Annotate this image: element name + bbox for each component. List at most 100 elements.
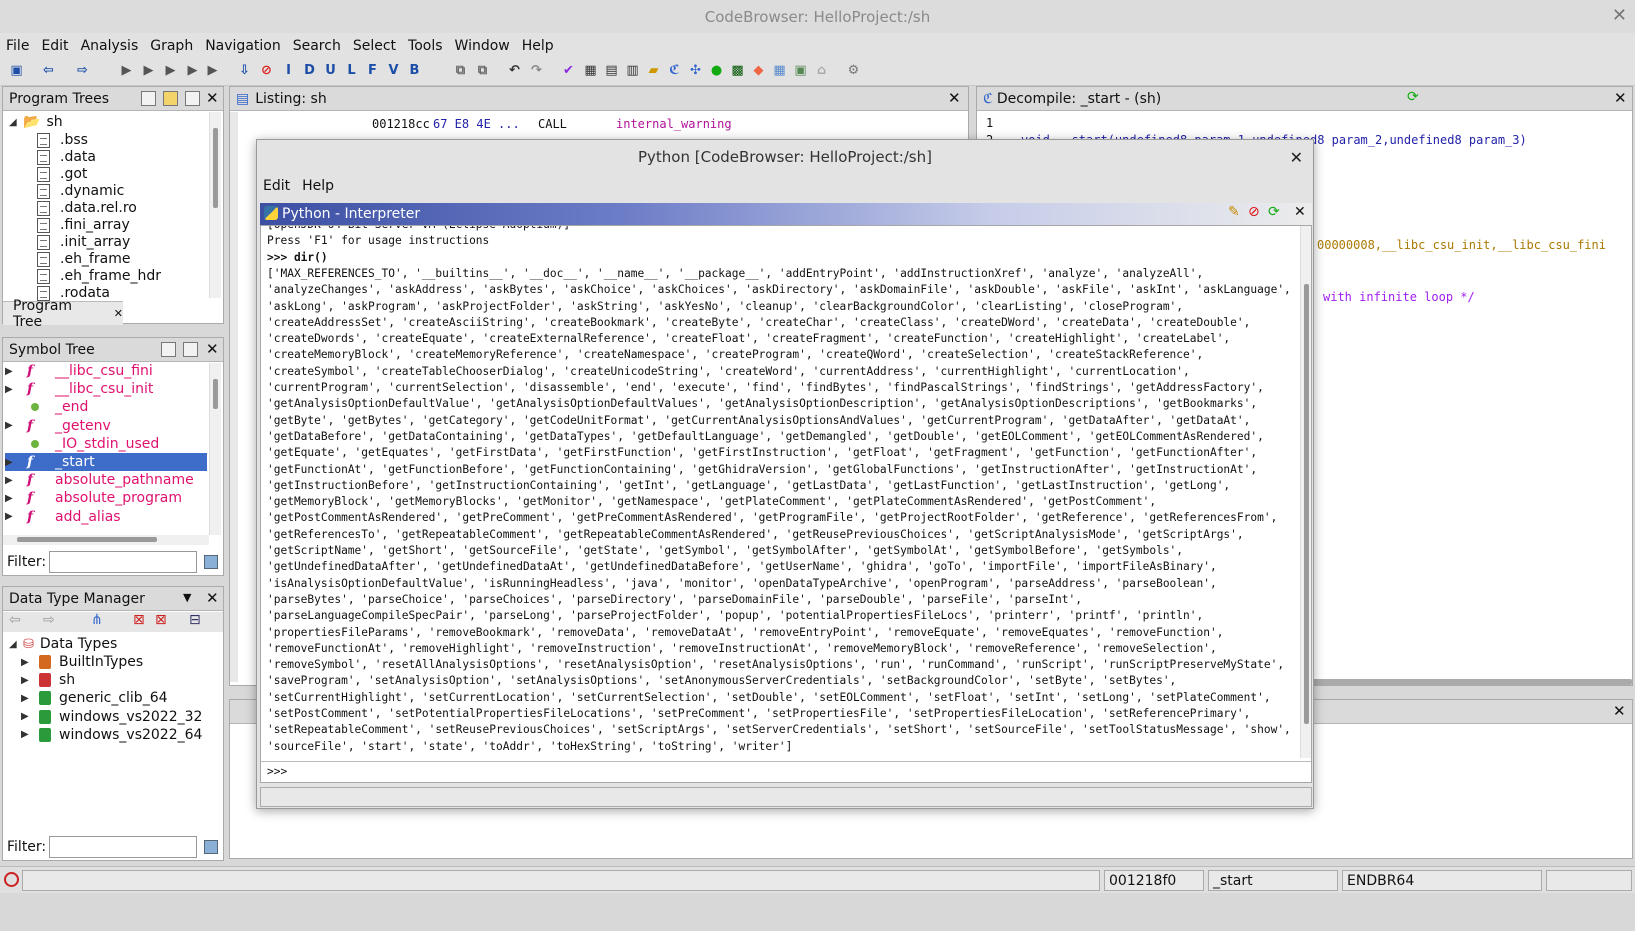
symbol-tree-item[interactable]: ▶ f _getenv xyxy=(5,417,207,435)
back-arrow-icon[interactable]: ⇦ xyxy=(40,62,57,79)
chevron-right-icon[interactable]: ▶ xyxy=(21,657,35,668)
program-tree-item[interactable]: .data xyxy=(37,148,96,166)
close-icon[interactable]: ✕ xyxy=(1613,702,1626,720)
tool-icon[interactable]: ▥ xyxy=(624,62,641,79)
nav-icon[interactable]: ▶ xyxy=(204,62,221,79)
tab-program-tree[interactable]: Program Tree ✕ xyxy=(3,298,123,330)
chevron-right-icon[interactable]: ▶ xyxy=(5,420,19,431)
nav-icon[interactable]: ▶ xyxy=(140,62,157,79)
filter-options-icon[interactable] xyxy=(204,840,218,854)
down-arrow-icon[interactable]: ⇩ xyxy=(236,62,253,79)
label-L-icon[interactable]: L xyxy=(343,62,360,79)
scrollbar-thumb[interactable] xyxy=(1304,284,1309,724)
close-icon[interactable]: ✕ xyxy=(948,89,961,107)
prompt[interactable]: >>> xyxy=(267,764,287,780)
nav-icon[interactable]: ▶ xyxy=(162,62,179,79)
refresh-icon[interactable] xyxy=(183,342,198,357)
run-icon[interactable]: ● xyxy=(708,62,725,79)
horizontal-scrollbar[interactable] xyxy=(3,535,209,545)
forward-arrow-icon[interactable]: ⇨ xyxy=(74,62,91,79)
checkmark-icon[interactable]: ✔ xyxy=(560,62,577,79)
close-icon[interactable]: ✕ xyxy=(114,307,123,320)
tool-icon[interactable]: ✣ xyxy=(687,62,704,79)
data-type-archive-item[interactable]: ▶ sh xyxy=(21,671,75,689)
window-close-icon[interactable]: ✕ xyxy=(1612,5,1627,26)
data-type-archive-item[interactable]: ▶ windows_vs2022_32 xyxy=(21,708,202,726)
filter-icon[interactable]: ⊠ xyxy=(133,612,145,628)
menu-edit[interactable]: Edit xyxy=(257,178,296,194)
symbol-tree-item[interactable]: ▶ f absolute_pathname xyxy=(5,471,207,489)
forward-arrow-icon[interactable]: ⇨ xyxy=(43,612,55,628)
save-icon[interactable]: ▣ xyxy=(8,62,25,79)
refresh-tree-icon[interactable] xyxy=(185,91,200,106)
close-icon[interactable]: ✕ xyxy=(1290,148,1303,167)
data-type-archive-item[interactable]: ▶ generic_clib_64 xyxy=(21,689,168,707)
dropdown-icon[interactable]: ▼ xyxy=(183,591,191,604)
nav-icon[interactable]: ▶ xyxy=(184,62,201,79)
variable-V-icon[interactable]: V xyxy=(385,62,402,79)
tool-icon[interactable]: ▣ xyxy=(792,62,809,79)
chevron-right-icon[interactable]: ▶ xyxy=(21,693,35,704)
tree-icon[interactable]: ⋔ xyxy=(91,612,103,628)
chevron-right-icon[interactable]: ▶ xyxy=(5,366,19,377)
menu-select[interactable]: Select xyxy=(347,38,402,54)
new-tree-icon[interactable] xyxy=(141,91,156,106)
horizontal-scrollbar[interactable] xyxy=(1311,679,1633,685)
tool-icon[interactable]: ⌂ xyxy=(813,62,830,79)
scrollbar-thumb[interactable] xyxy=(213,128,218,208)
bytes-B-icon[interactable]: B xyxy=(406,62,423,79)
chevron-right-icon[interactable]: ▶ xyxy=(21,675,35,686)
back-arrow-icon[interactable]: ⇦ xyxy=(9,612,21,628)
menu-help[interactable]: Help xyxy=(296,178,340,194)
symbol-tree-item[interactable]: ▶ f __libc_csu_fini xyxy=(5,362,207,380)
tool-icon[interactable]: ⧉ xyxy=(452,62,469,79)
chevron-right-icon[interactable]: ▶ xyxy=(21,711,35,722)
close-icon[interactable]: ✕ xyxy=(206,589,219,607)
menu-window[interactable]: Window xyxy=(449,38,516,54)
program-tree-item[interactable]: .bss xyxy=(37,131,88,149)
filter-options-icon[interactable] xyxy=(204,555,218,569)
symbol-tree-item[interactable]: _end xyxy=(5,398,207,416)
chevron-right-icon[interactable]: ▶ xyxy=(21,729,35,740)
scrollbar[interactable] xyxy=(209,363,221,535)
tool-icon[interactable]: ▦ xyxy=(771,62,788,79)
data-type-archive-item[interactable]: ▶ BuiltInTypes xyxy=(21,653,143,671)
menu-search[interactable]: Search xyxy=(287,38,347,54)
collapse-icon[interactable]: ⊟ xyxy=(189,612,201,628)
refresh-icon[interactable]: ⟳ xyxy=(1407,89,1419,105)
menu-edit[interactable]: Edit xyxy=(35,38,74,54)
program-tree-item[interactable]: .eh_frame xyxy=(37,250,130,268)
program-tree-item[interactable]: .dynamic xyxy=(37,182,124,200)
redo-icon[interactable]: ↷ xyxy=(528,62,545,79)
tool-icon[interactable]: ◆ xyxy=(750,62,767,79)
symbol-tree-item[interactable]: ▶ f absolute_program xyxy=(5,489,207,507)
tool-icon[interactable]: ▤ xyxy=(603,62,620,79)
program-tree-item[interactable]: .got xyxy=(37,165,87,183)
close-icon[interactable]: ✕ xyxy=(206,340,219,358)
data-type-filter-input[interactable] xyxy=(49,836,197,858)
cancel-icon[interactable]: ⊘ xyxy=(1248,204,1260,220)
folder-icon[interactable]: ▰ xyxy=(645,62,662,79)
close-icon[interactable]: ✕ xyxy=(1294,204,1306,220)
close-icon[interactable]: ✕ xyxy=(206,89,219,107)
open-tree-icon[interactable] xyxy=(163,91,178,106)
scrollbar-thumb[interactable] xyxy=(17,537,157,542)
scrollbar[interactable] xyxy=(1300,226,1311,758)
interpreter-console[interactable]: [OpenJDK 64-Bit Server VM (Eclipse Adopt… xyxy=(260,225,1312,783)
data-D-icon[interactable]: D xyxy=(301,62,318,79)
tree-root[interactable]: ◢ 📂 sh xyxy=(9,113,63,131)
function-F-icon[interactable]: F xyxy=(364,62,381,79)
symbol-tree-item[interactable]: _IO_stdin_used xyxy=(5,435,207,453)
program-tree-item[interactable]: .fini_array xyxy=(37,216,130,234)
import-icon[interactable] xyxy=(161,342,176,357)
decompile-call-args[interactable]: 00000008,__libc_csu_init,__libc_csu_fini xyxy=(1317,238,1606,252)
clear-icon[interactable]: ✎ xyxy=(1228,204,1240,220)
chevron-right-icon[interactable]: ▶ xyxy=(5,475,19,486)
tool-icon[interactable]: ▩ xyxy=(729,62,746,79)
chevron-right-icon[interactable]: ▶ xyxy=(5,511,19,522)
reset-icon[interactable]: ⟳ xyxy=(1268,204,1280,220)
tool-icon[interactable]: ▦ xyxy=(582,62,599,79)
undefined-U-icon[interactable]: U xyxy=(322,62,339,79)
clear-code-icon[interactable]: ⊘ xyxy=(258,62,275,79)
status-icon[interactable] xyxy=(4,872,19,887)
